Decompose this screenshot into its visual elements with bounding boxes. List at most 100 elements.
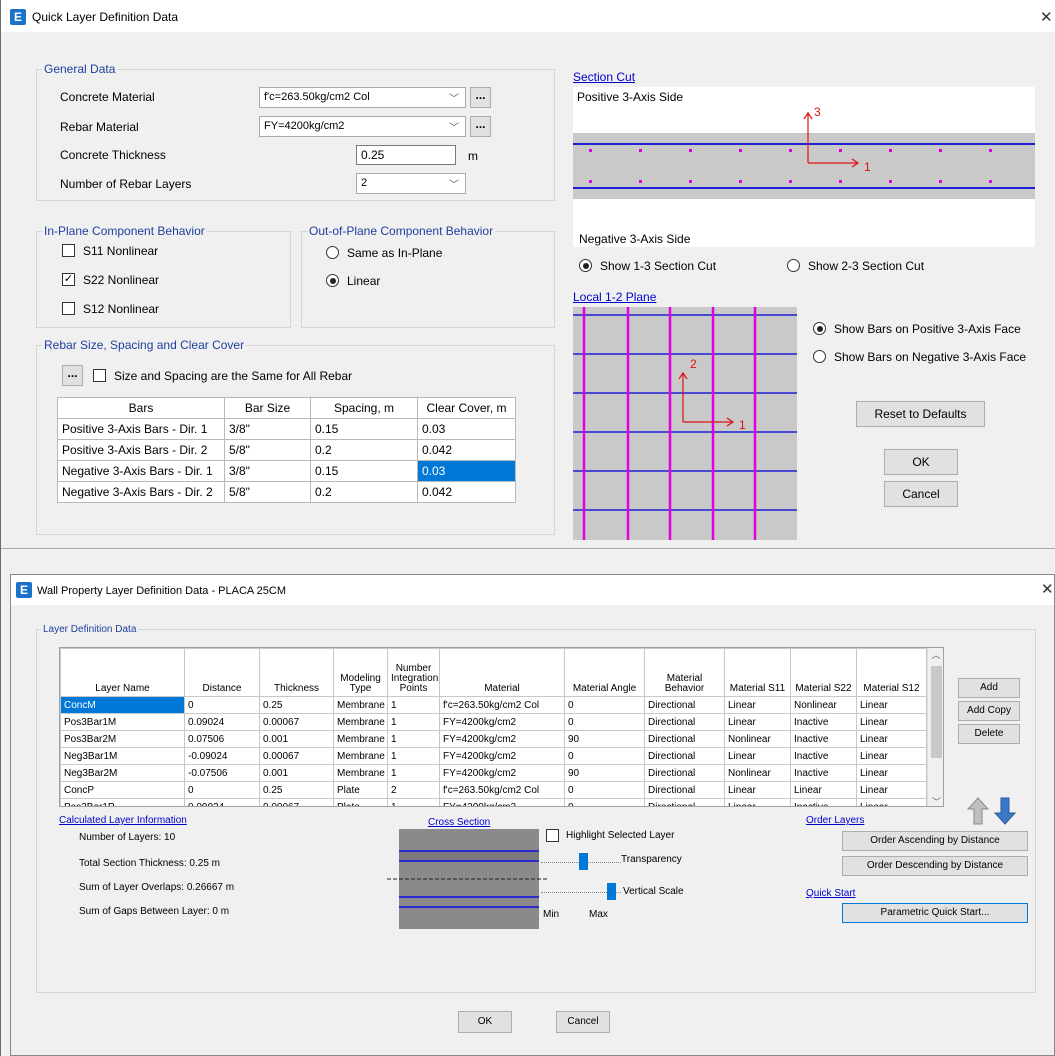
delete-button[interactable]: Delete (958, 724, 1020, 744)
cell[interactable]: 0 (184, 696, 260, 714)
cell[interactable]: 3/8" (224, 460, 311, 482)
cell[interactable]: 0 (564, 696, 645, 714)
wall-cancel-button[interactable]: Cancel (556, 1011, 610, 1033)
cell[interactable]: 1 (387, 730, 440, 748)
cell[interactable]: Nonlinear (790, 696, 857, 714)
wall-ok-button[interactable]: OK (458, 1011, 512, 1033)
table-row[interactable]: Neg3Bar1M -0.09024 0.00067 Membrane 1 FY… (60, 747, 927, 765)
cell[interactable]: Plate (333, 781, 388, 799)
cell[interactable]: Inactive (790, 747, 857, 765)
close-icon[interactable]: ✕ (1041, 580, 1054, 598)
s22-checkbox[interactable]: ✓ (62, 273, 75, 286)
selected-cell[interactable]: 0.03 (417, 460, 516, 482)
cell[interactable]: 3/8" (224, 418, 311, 440)
cell[interactable]: -0.07506 (184, 764, 260, 782)
cell[interactable]: Linear (856, 781, 927, 799)
cell[interactable]: Inactive (790, 764, 857, 782)
cell[interactable]: Directional (644, 781, 725, 799)
order-descending-button[interactable]: Order Descending by Distance (842, 856, 1028, 876)
cell[interactable]: 0.25 (259, 781, 334, 799)
move-up-icon[interactable] (966, 797, 990, 825)
cell[interactable]: Linear (724, 696, 791, 714)
cell[interactable]: 0.001 (259, 764, 334, 782)
table-row[interactable]: Pos3Bar2M 0.07506 0.001 Membrane 1 FY=42… (60, 730, 927, 748)
cell[interactable]: Inactive (790, 730, 857, 748)
cell[interactable]: 90 (564, 730, 645, 748)
cell[interactable]: FY=4200kg/cm2 (439, 798, 565, 806)
cell[interactable]: Linear (724, 713, 791, 731)
cell[interactable]: 0.15 (310, 418, 418, 440)
cell[interactable]: 1 (387, 747, 440, 765)
reset-defaults-button[interactable]: Reset to Defaults (856, 401, 985, 427)
s12-checkbox[interactable] (62, 302, 75, 315)
cell[interactable]: 0.042 (417, 481, 516, 503)
cell[interactable]: Linear (724, 798, 791, 806)
cell[interactable]: 0 (564, 781, 645, 799)
cell[interactable]: 90 (564, 764, 645, 782)
cell[interactable]: Linear (856, 713, 927, 731)
cell[interactable]: 0 (564, 747, 645, 765)
cell[interactable]: Linear (724, 781, 791, 799)
transparency-slider[interactable] (541, 851, 621, 873)
scroll-up-icon[interactable]: ︿ (928, 648, 943, 661)
cell[interactable]: 0.00067 (259, 747, 334, 765)
selected-cell[interactable]: ConcM (60, 696, 185, 714)
cell[interactable]: Linear (856, 764, 927, 782)
move-down-icon[interactable] (993, 797, 1017, 825)
cell[interactable]: Neg3Bar1M (60, 747, 185, 765)
close-icon[interactable]: ✕ (1040, 8, 1053, 26)
cell[interactable]: 1 (387, 713, 440, 731)
cell[interactable]: Membrane (333, 730, 388, 748)
same-inplane-radio[interactable] (326, 246, 339, 259)
cell[interactable]: Linear (856, 747, 927, 765)
cell[interactable]: Pos3Bar1P (60, 798, 185, 806)
show23-radio[interactable] (787, 259, 800, 272)
highlight-checkbox[interactable] (546, 829, 559, 842)
cell[interactable]: Inactive (790, 713, 857, 731)
slider-thumb[interactable] (607, 883, 616, 900)
ok-button[interactable]: OK (884, 449, 958, 475)
cell[interactable]: ConcP (60, 781, 185, 799)
cell[interactable]: Directional (644, 798, 725, 806)
cell[interactable]: Nonlinear (724, 730, 791, 748)
cell[interactable]: 0.00067 (259, 713, 334, 731)
cell[interactable]: 0 (564, 713, 645, 731)
slider-thumb[interactable] (579, 853, 588, 870)
cell[interactable]: FY=4200kg/cm2 (439, 747, 565, 765)
cell[interactable]: Nonlinear (724, 764, 791, 782)
cell[interactable]: 0 (184, 781, 260, 799)
pos-face-radio[interactable] (813, 322, 826, 335)
cell[interactable]: 1 (387, 798, 440, 806)
vertical-scale-slider[interactable] (541, 881, 621, 903)
cell[interactable]: 2 (387, 781, 440, 799)
cell[interactable]: 1 (387, 696, 440, 714)
parametric-quick-start-button[interactable]: Parametric Quick Start... (842, 903, 1028, 923)
cell[interactable]: Pos3Bar2M (60, 730, 185, 748)
cell[interactable]: Directional (644, 764, 725, 782)
table-scrollbar[interactable]: ︿ ﹀ (927, 648, 943, 806)
add-copy-button[interactable]: Add Copy (958, 701, 1020, 721)
s11-checkbox[interactable] (62, 244, 75, 257)
cell[interactable]: Directional (644, 696, 725, 714)
linear-radio[interactable] (326, 274, 339, 287)
table-row[interactable]: Pos3Bar1P 0.09024 0.00067 Plate 1 FY=420… (60, 798, 927, 806)
cell[interactable]: Inactive (790, 798, 857, 806)
cell[interactable]: Linear (856, 696, 927, 714)
table-row[interactable]: ConcM 0 0.25 Membrane 1 f'c=263.50kg/cm2… (60, 696, 927, 714)
table-row[interactable]: Pos3Bar1M 0.09024 0.00067 Membrane 1 FY=… (60, 713, 927, 731)
cell[interactable]: 0.15 (310, 460, 418, 482)
cell[interactable]: f'c=263.50kg/cm2 Col (439, 781, 565, 799)
cell[interactable]: Neg3Bar2M (60, 764, 185, 782)
cell[interactable]: Membrane (333, 764, 388, 782)
scroll-thumb[interactable] (931, 666, 942, 758)
cell[interactable]: 0 (564, 798, 645, 806)
cell[interactable]: Directional (644, 730, 725, 748)
concrete-material-select[interactable]: f'c=263.50kg/cm2 Col ﹀ (259, 87, 466, 108)
cell[interactable]: 0.07506 (184, 730, 260, 748)
cell[interactable]: 0.09024 (184, 713, 260, 731)
cell[interactable]: Directional (644, 747, 725, 765)
cell[interactable]: Linear (856, 730, 927, 748)
same-spacing-checkbox[interactable] (93, 369, 106, 382)
cell[interactable]: 1 (387, 764, 440, 782)
cell[interactable]: FY=4200kg/cm2 (439, 730, 565, 748)
